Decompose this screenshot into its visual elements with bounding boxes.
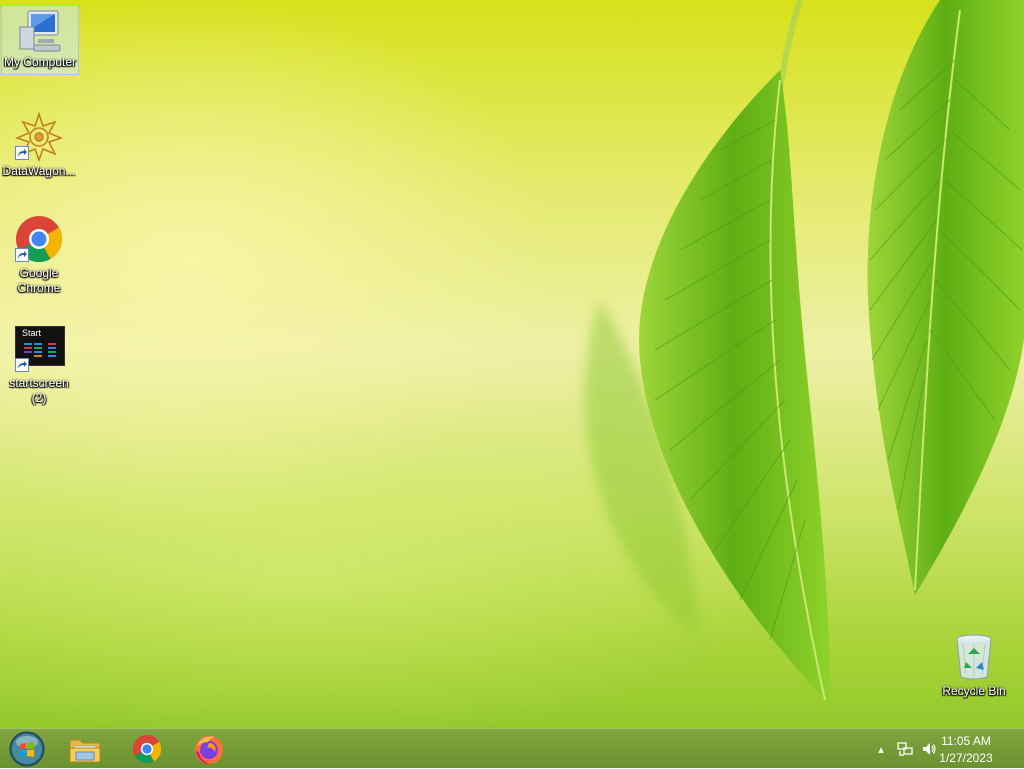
desktop-icon-label: Google Chrome xyxy=(17,266,61,295)
shortcut-arrow-icon xyxy=(15,146,29,160)
desktop-icon-recycle-bin[interactable]: Recycle Bin xyxy=(936,628,1012,699)
desktop-icon-google-chrome[interactable]: Google Chrome xyxy=(1,210,77,296)
shortcut-arrow-icon xyxy=(15,248,29,262)
chrome-icon xyxy=(132,734,162,764)
desktop-icon-datawagon[interactable]: DataWagon... xyxy=(1,108,77,179)
taskbar-google-chrome[interactable] xyxy=(122,729,172,769)
clock-date: 1/27/2023 xyxy=(939,751,993,765)
desktop-icon-label: startscreen (2) xyxy=(9,376,69,405)
startscreen-thumb-text: Start xyxy=(22,328,42,338)
taskbar-file-explorer[interactable] xyxy=(60,729,110,769)
desktop-icon-label: DataWagon... xyxy=(2,164,76,178)
desktop-icon-startscreen[interactable]: Start startscreen (2) xyxy=(1,320,77,406)
wallpaper-leaves xyxy=(584,0,1024,705)
shortcut-arrow-icon xyxy=(15,358,29,372)
computer-icon xyxy=(14,9,66,53)
show-hidden-icons-button[interactable]: ▴ xyxy=(872,729,890,769)
network-icon xyxy=(897,742,913,756)
folder-icon xyxy=(69,739,101,763)
firefox-icon xyxy=(195,736,223,764)
network-icon-button[interactable] xyxy=(894,729,916,769)
clock-time: 11:05 AM xyxy=(941,734,991,748)
windows-orb-icon xyxy=(9,731,45,767)
desktop-icon-label: My Computer xyxy=(3,55,77,69)
chrome-icon xyxy=(13,214,65,264)
recycle-bin-icon xyxy=(948,632,1000,682)
chevron-up-icon: ▴ xyxy=(878,743,884,756)
desktop[interactable]: My Computer DataWagon... Google Chrome S… xyxy=(0,0,1024,728)
taskbar-firefox[interactable] xyxy=(184,729,234,769)
datawagon-icon xyxy=(13,111,65,163)
taskbar: ▴ 11:05 AM 1/27/2023 xyxy=(0,728,1024,768)
desktop-icon-label: Recycle Bin xyxy=(942,684,1006,698)
desktop-icon-my-computer[interactable]: My Computer xyxy=(1,5,79,75)
start-button[interactable] xyxy=(2,729,52,769)
startscreen-icon: Start xyxy=(13,324,65,374)
